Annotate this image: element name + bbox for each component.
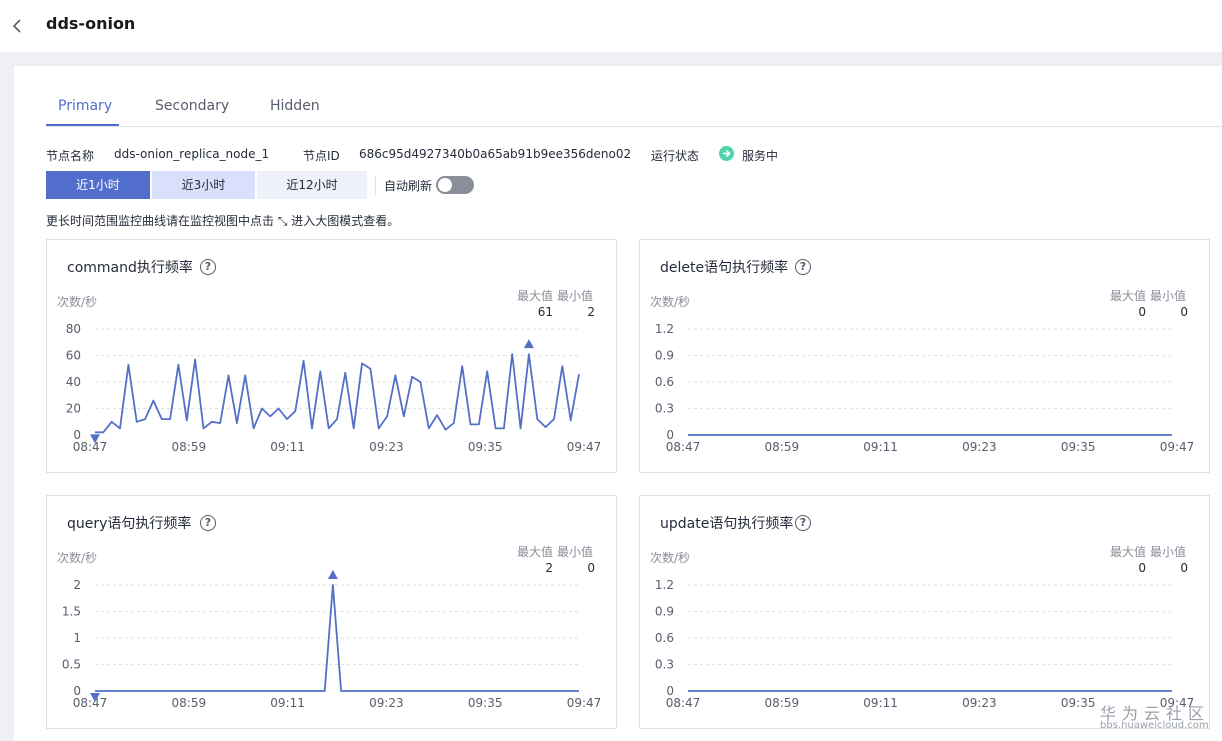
x-tick-label: 09:23 bbox=[962, 696, 997, 710]
node-name-label: 节点名称 bbox=[46, 149, 95, 163]
x-tick-label: 08:59 bbox=[765, 440, 800, 454]
hint-text: 更长时间范围监控曲线请在监控视图中点击 ⤡ 进入大图模式查看。 bbox=[46, 214, 400, 228]
y-tick-label: 1.2 bbox=[655, 578, 674, 592]
x-tick-label: 08:47 bbox=[73, 440, 108, 454]
x-tick-label: 08:59 bbox=[765, 696, 800, 710]
x-tick-label: 09:11 bbox=[270, 440, 305, 454]
max-marker bbox=[327, 570, 338, 579]
node-id-value: 686c95d4927340b0a65ab91b9ee356deno02 bbox=[359, 147, 632, 161]
x-tick-label: 09:35 bbox=[468, 440, 503, 454]
y-tick-label: 20 bbox=[66, 402, 81, 416]
x-tick-label: 09:11 bbox=[270, 696, 305, 710]
range-1h-button[interactable]: 近1小时 bbox=[46, 171, 150, 199]
line-chart: 80604020008:47 08:59 09:11 09:23 09:35 09:47 bbox=[66, 322, 602, 454]
x-tick-label: 09:11 bbox=[863, 440, 898, 454]
chart-card-query: query语句执行频率 ? 次数/秒 最大值 最小值 2 0 2 1.5 1 0.5 0… bbox=[46, 495, 617, 729]
line-chart: 1.20.90.60.3008:47 08:59 09:11 09:23 09:35 09… bbox=[655, 322, 1195, 454]
y-tick-label: 40 bbox=[66, 375, 81, 389]
tab-secondary[interactable]: Secondary bbox=[155, 98, 229, 114]
status-arrow-icon bbox=[719, 146, 734, 161]
watermark-url: bbs.huaweicloud.com bbox=[1100, 720, 1209, 731]
line-chart: 1.20.90.60.3008:47 08:59 09:11 09:23 09:35 09… bbox=[655, 578, 1194, 710]
x-tick-label: 08:59 bbox=[172, 440, 207, 454]
x-tick-label: 09:35 bbox=[1061, 696, 1096, 710]
max-marker bbox=[523, 339, 534, 349]
y-tick-label: 60 bbox=[66, 349, 81, 363]
x-tick-label: 08:47 bbox=[666, 440, 701, 454]
x-tick-label: 09:23 bbox=[369, 440, 404, 454]
x-tick-label: 09:35 bbox=[468, 696, 503, 710]
series-line bbox=[95, 353, 580, 434]
toolbar-divider bbox=[375, 175, 376, 195]
auto-refresh-toggle[interactable] bbox=[436, 176, 474, 194]
x-tick-label: 09:47 bbox=[567, 440, 602, 454]
node-name-value: dds-onion_replica_node_1 bbox=[114, 147, 270, 161]
status-value: 服务中 bbox=[742, 149, 779, 163]
y-tick-label: 2 bbox=[73, 578, 81, 592]
y-tick-label: 0.5 bbox=[62, 658, 81, 672]
line-chart: 21.510.5008:47 08:59 09:11 09:23 09:35 09:47 bbox=[62, 570, 602, 710]
x-tick-label: 08:47 bbox=[73, 696, 108, 710]
y-tick-label: 1.5 bbox=[62, 605, 81, 619]
x-tick-label: 09:47 bbox=[567, 696, 602, 710]
tab-primary[interactable]: Primary bbox=[58, 98, 112, 114]
tab-divider bbox=[46, 126, 1222, 127]
x-tick-label: 09:23 bbox=[962, 440, 997, 454]
x-tick-label: 09:47 bbox=[1160, 440, 1195, 454]
toggle-knob bbox=[438, 178, 452, 192]
x-tick-label: 08:47 bbox=[666, 696, 701, 710]
y-tick-label: 80 bbox=[66, 322, 81, 336]
auto-refresh-label: 自动刷新 bbox=[384, 179, 433, 193]
x-tick-label: 08:59 bbox=[172, 696, 207, 710]
y-tick-label: 0.9 bbox=[655, 605, 674, 619]
y-tick-label: 1.2 bbox=[655, 322, 674, 336]
y-tick-label: 0.9 bbox=[655, 349, 674, 363]
chart-card-command: command执行频率 ? 次数/秒 最大值 最小值 61 2 80 60 40 20… bbox=[46, 239, 617, 473]
main-panel: Primary Secondary Hidden 节点名称 dds-onion_… bbox=[14, 66, 1222, 741]
chart-card-delete: delete语句执行频率 ? 次数/秒 最大值 最小值 0 0 1.2 0.9 0.… bbox=[639, 239, 1210, 473]
y-tick-label: 1 bbox=[73, 631, 81, 645]
y-tick-label: 0.3 bbox=[655, 402, 674, 416]
y-tick-label: 0.6 bbox=[655, 375, 674, 389]
y-tick-label: 0.3 bbox=[655, 658, 674, 672]
x-tick-label: 09:11 bbox=[863, 696, 898, 710]
x-tick-label: 09:23 bbox=[369, 696, 404, 710]
node-id-label: 节点ID bbox=[303, 149, 340, 163]
top-bar: dds-onion bbox=[0, 0, 1222, 52]
status-label: 运行状态 bbox=[651, 149, 700, 163]
x-tick-label: 09:35 bbox=[1061, 440, 1096, 454]
chart-card-update: update语句执行频率 ? 次数/秒 最大值 最小值 0 0 1.2 0.9 0.… bbox=[639, 495, 1210, 729]
y-tick-label: 0.6 bbox=[655, 631, 674, 645]
range-12h-button[interactable]: 近12小时 bbox=[257, 171, 367, 199]
page-title: dds-onion bbox=[46, 14, 136, 33]
range-3h-button[interactable]: 近3小时 bbox=[152, 171, 255, 199]
back-arrow-icon[interactable] bbox=[10, 16, 26, 36]
tab-hidden[interactable]: Hidden bbox=[270, 98, 320, 114]
